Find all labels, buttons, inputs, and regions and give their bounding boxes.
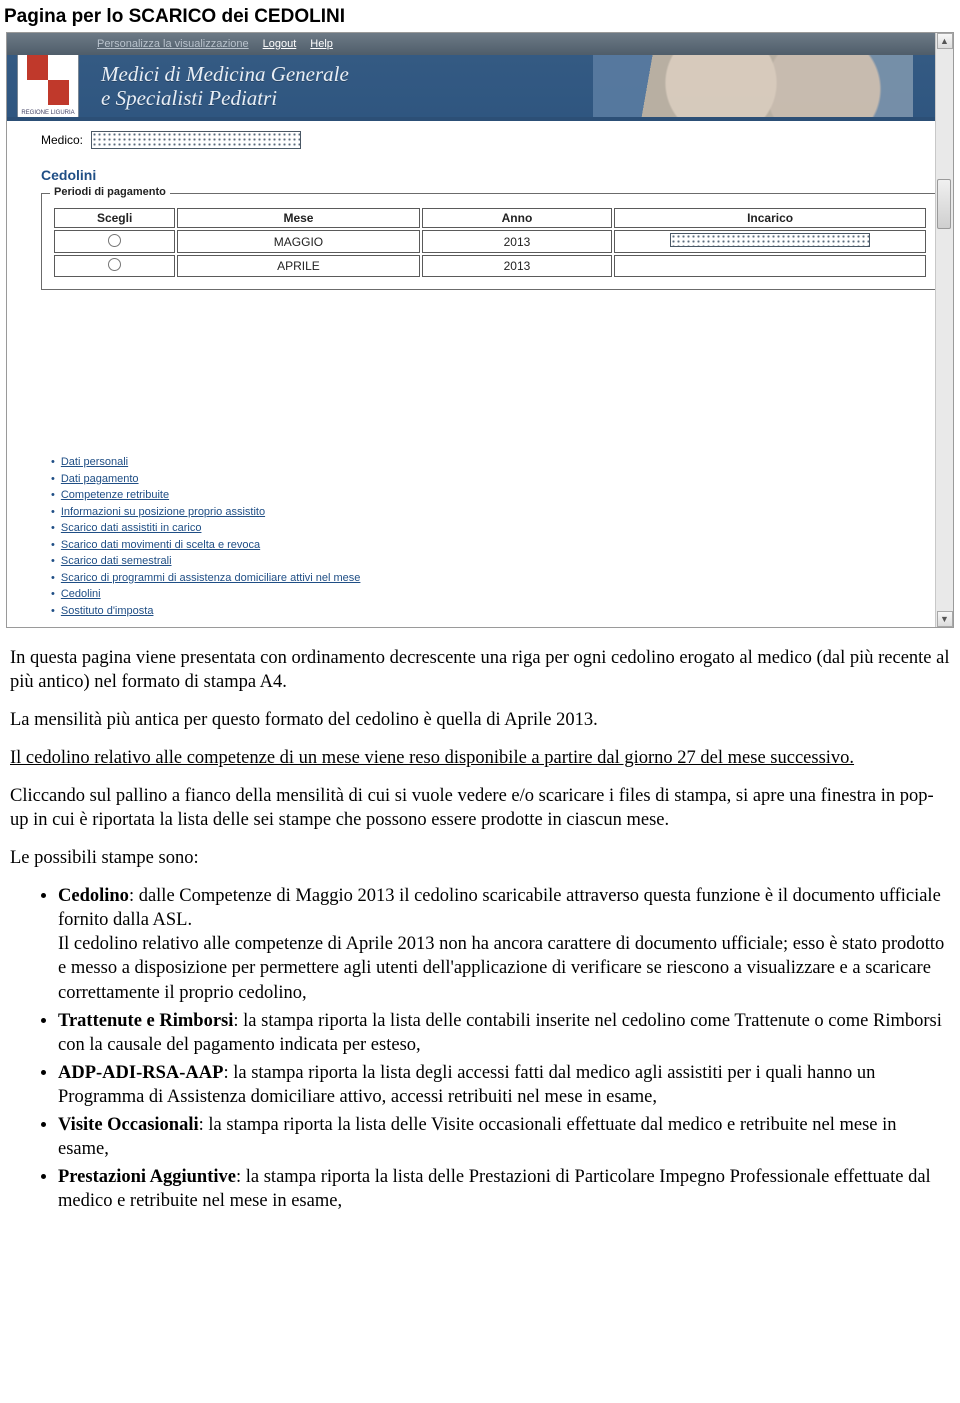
link-info-assistito[interactable]: Informazioni su posizione proprio assist… xyxy=(61,504,265,521)
link-scarico-semestrali[interactable]: Scarico dati semestrali xyxy=(61,553,172,570)
link-sostituto[interactable]: Sostituto d'imposta xyxy=(61,603,154,620)
paragraph: In questa pagina viene presentata con or… xyxy=(10,646,950,694)
region-logo: REGIONE LIGURIA xyxy=(17,55,79,117)
medico-value-redacted xyxy=(91,131,301,149)
brand-line1: Medici di Medicina Generale xyxy=(101,62,349,86)
medico-label: Medico: xyxy=(41,133,83,147)
menu-personalize[interactable]: Personalizza la visualizzazione xyxy=(97,38,249,50)
document-title: Pagina per lo SCARICO dei CEDOLINI xyxy=(0,0,960,32)
cell-anno: 2013 xyxy=(422,255,613,277)
list-item: Cedolino: dalle Competenze di Maggio 201… xyxy=(58,884,950,1004)
top-menu-bar: Personalizza la visualizzazione Logout H… xyxy=(7,33,953,55)
list-item: Scarico dati assistiti in carico xyxy=(51,520,939,537)
paragraph: Cliccando sul pallino a fianco della men… xyxy=(10,784,950,832)
list-item: Visite Occasionali: la stampa riporta la… xyxy=(58,1113,950,1161)
shield-icon xyxy=(27,55,69,105)
link-scarico-assistiti[interactable]: Scarico dati assistiti in carico xyxy=(61,520,202,537)
bullet-list: Cedolino: dalle Competenze di Maggio 201… xyxy=(10,884,950,1213)
brand-line2: e Specialisti Pediatri xyxy=(101,86,349,110)
radio-row-1[interactable] xyxy=(108,258,121,271)
list-item: Competenze retribuite xyxy=(51,487,939,504)
link-dati-pagamento[interactable]: Dati pagamento xyxy=(61,471,139,488)
link-scarico-programmi[interactable]: Scarico di programmi di assistenza domic… xyxy=(61,570,361,587)
bold-label: Visite Occasionali xyxy=(58,1115,199,1135)
header-photo xyxy=(593,55,913,117)
brand-title: Medici di Medicina Generale e Specialist… xyxy=(101,62,349,110)
list-item: Scarico di programmi di assistenza domic… xyxy=(51,570,939,587)
list-item: Prestazioni Aggiuntive: la stampa riport… xyxy=(58,1165,950,1213)
radio-row-0[interactable] xyxy=(108,234,121,247)
list-item: Trattenute e Rimborsi: la stampa riporta… xyxy=(58,1009,950,1057)
bold-label: ADP-ADI-RSA-AAP xyxy=(58,1063,223,1083)
th-anno: Anno xyxy=(422,208,613,228)
table-row: MAGGIO 2013 xyxy=(54,230,926,253)
link-scarico-movimenti[interactable]: Scarico dati movimenti di scelta e revoc… xyxy=(61,537,260,554)
bold-label: Cedolino xyxy=(58,886,129,906)
fieldset-legend: Periodi di pagamento xyxy=(50,186,170,198)
cell-mese: APRILE xyxy=(177,255,419,277)
bold-label: Trattenute e Rimborsi xyxy=(58,1011,233,1031)
periodi-table: Scegli Mese Anno Incarico MAGGIO 2013 xyxy=(52,206,928,279)
page-subtitle: Cedolini xyxy=(41,167,939,183)
app-window: Personalizza la visualizzazione Logout H… xyxy=(6,32,954,628)
periodi-fieldset: Periodi di pagamento Scegli Mese Anno In… xyxy=(41,193,939,290)
cell-incarico xyxy=(614,230,926,253)
nav-link-list: Dati personali Dati pagamento Competenze… xyxy=(41,454,939,619)
scroll-track[interactable] xyxy=(936,49,953,611)
list-item: Scarico dati movimenti di scelta e revoc… xyxy=(51,537,939,554)
th-incarico: Incarico xyxy=(614,208,926,228)
table-row: APRILE 2013 xyxy=(54,255,926,277)
document-prose: In questa pagina viene presentata con or… xyxy=(0,628,960,1221)
scroll-up-arrow-icon[interactable]: ▲ xyxy=(937,33,953,49)
list-text: : dalle Competenze di Maggio 2013 il ced… xyxy=(58,886,941,930)
cell-anno: 2013 xyxy=(422,230,613,253)
menu-logout[interactable]: Logout xyxy=(263,38,297,50)
medico-row: Medico: xyxy=(41,131,939,149)
vertical-scrollbar[interactable]: ▲ ▼ xyxy=(935,33,953,627)
th-scegli: Scegli xyxy=(54,208,175,228)
list-item: Cedolini xyxy=(51,586,939,603)
list-item: Scarico dati semestrali xyxy=(51,553,939,570)
paragraph: Le possibili stampe sono: xyxy=(10,846,950,870)
list-item: Dati personali xyxy=(51,454,939,471)
cell-mese: MAGGIO xyxy=(177,230,419,253)
list-text: Il cedolino relativo alle competenze di … xyxy=(58,934,944,1002)
th-mese: Mese xyxy=(177,208,419,228)
scroll-down-arrow-icon[interactable]: ▼ xyxy=(937,611,953,627)
list-item: Sostituto d'imposta xyxy=(51,603,939,620)
underlined-text: Il cedolino relativo alle competenze di … xyxy=(10,748,854,768)
link-competenze-retribuite[interactable]: Competenze retribuite xyxy=(61,487,169,504)
paragraph: La mensilità più antica per questo forma… xyxy=(10,708,950,732)
list-item: ADP-ADI-RSA-AAP: la stampa riporta la li… xyxy=(58,1061,950,1109)
list-item: Informazioni su posizione proprio assist… xyxy=(51,504,939,521)
incarico-redacted xyxy=(670,233,870,247)
paragraph: Il cedolino relativo alle competenze di … xyxy=(10,746,950,770)
list-item: Dati pagamento xyxy=(51,471,939,488)
bold-label: Prestazioni Aggiuntive xyxy=(58,1167,236,1187)
link-dati-personali[interactable]: Dati personali xyxy=(61,454,128,471)
logo-label: REGIONE LIGURIA xyxy=(18,110,78,116)
content-area: Medico: Cedolini Periodi di pagamento Sc… xyxy=(7,121,953,627)
header-bar: REGIONE LIGURIA Medici di Medicina Gener… xyxy=(7,55,953,117)
scroll-thumb[interactable] xyxy=(937,179,951,229)
cell-incarico xyxy=(614,255,926,277)
link-cedolini[interactable]: Cedolini xyxy=(61,586,101,603)
menu-help[interactable]: Help xyxy=(310,38,333,50)
